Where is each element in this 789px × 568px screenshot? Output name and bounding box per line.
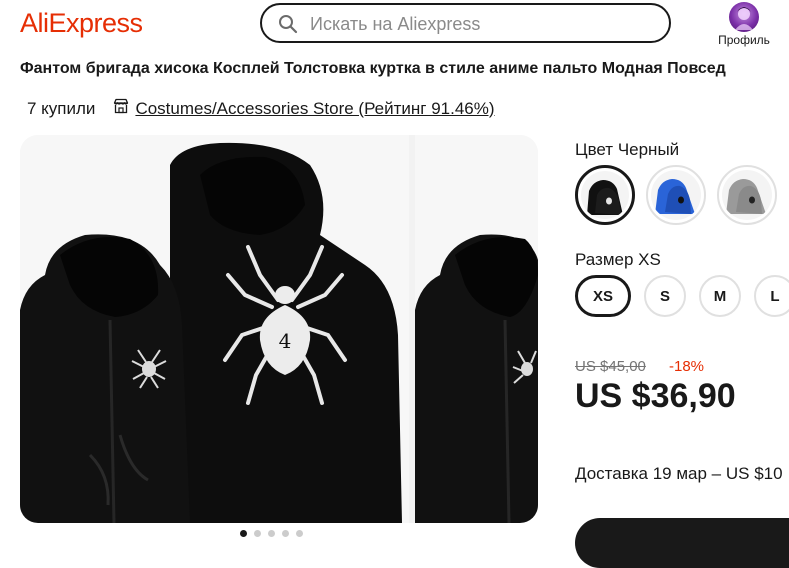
store-link[interactable]: Costumes/Accessories Store (Рейтинг 91.4… — [135, 99, 494, 119]
size-option-l[interactable]: L — [754, 275, 789, 317]
spider-number: 4 — [279, 329, 292, 353]
product-meta: 7 купили Costumes/Accessories Store (Рей… — [27, 98, 495, 119]
color-swatch-black[interactable] — [575, 165, 635, 225]
product-image-main[interactable]: 4 — [20, 135, 409, 523]
search-icon[interactable] — [278, 14, 298, 39]
color-label: Цвет Черный — [575, 140, 680, 159]
gallery-dots — [240, 530, 303, 537]
gallery-dot[interactable] — [268, 530, 275, 537]
aliexpress-logo[interactable]: AliExpress — [20, 8, 143, 39]
gallery-dot[interactable] — [296, 530, 303, 537]
product-image-next[interactable] — [415, 135, 538, 523]
discount-badge: -18% — [669, 358, 705, 375]
current-price: US $36,90 — [575, 377, 736, 415]
gallery-dot[interactable] — [240, 530, 247, 537]
size-option-xs[interactable]: XS — [575, 275, 631, 317]
size-label: Размер XS — [575, 250, 661, 269]
delivery-info: Доставка 19 мар – US $10 — [575, 464, 783, 483]
color-swatches — [575, 165, 777, 225]
avatar[interactable] — [729, 2, 759, 32]
product-gallery[interactable]: 4 — [20, 135, 538, 523]
profile-label: Профиль — [718, 33, 770, 47]
product-title: Фантом бригада хисока Косплей Толстовка … — [20, 60, 726, 77]
color-swatch-blue[interactable] — [646, 165, 706, 225]
search-input[interactable] — [308, 5, 653, 43]
gallery-dot[interactable] — [282, 530, 289, 537]
profile-button[interactable]: Профиль — [712, 2, 776, 47]
store-icon — [113, 98, 129, 119]
color-swatch-gray[interactable] — [717, 165, 777, 225]
size-option-m[interactable]: M — [699, 275, 741, 317]
old-price: US $45,00 — [575, 358, 646, 375]
size-option-s[interactable]: S — [644, 275, 686, 317]
size-options: XS S M L — [575, 275, 789, 317]
gallery-dot[interactable] — [254, 530, 261, 537]
buy-button[interactable] — [575, 518, 789, 568]
sold-count: 7 купили — [27, 98, 96, 118]
search-bar[interactable] — [260, 3, 671, 43]
